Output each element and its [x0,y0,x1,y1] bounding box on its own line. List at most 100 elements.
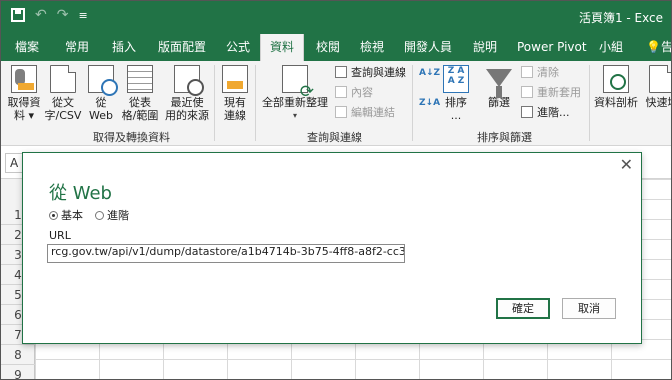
tab-power-pivot[interactable]: Power Pivot [517,34,587,61]
existing-label-2: 連線 [224,109,246,122]
tab-layout[interactable]: 版面配置 [158,34,206,61]
row-header[interactable]: 8 [1,345,35,365]
tab-developer[interactable]: 開發人員 [404,34,452,61]
customize-qat-icon[interactable]: ≡ [78,9,87,22]
refresh-all-caret: ▾ [292,111,297,120]
from-table-button[interactable]: 從表 格/範圍 [119,65,161,122]
radio-basic-label: 基本 [61,209,83,222]
row-header[interactable]: 9 [1,365,35,379]
recent-label: 最近使 [170,96,204,109]
url-label: URL [49,229,71,242]
tab-tell-me[interactable]: 💡告 [646,34,672,61]
flash-fill-button[interactable]: 快速填 [642,65,672,109]
existing-connections-button[interactable]: 現有 連線 [219,65,251,122]
filter-icon-wrap [486,65,512,98]
group-separator [412,65,413,141]
radio-advanced-dot [95,210,104,220]
tab-file[interactable]: 檔案 [15,34,39,61]
cancel-button[interactable]: 取消 [562,298,616,319]
ok-button[interactable]: 確定 [496,298,550,319]
clear-filter-button[interactable]: 清除 [521,64,559,81]
tab-formulas[interactable]: 公式 [226,34,250,61]
reapply-button[interactable]: 重新套用 [521,84,581,101]
table-icon [127,65,153,93]
flash-fill-icon [649,65,671,93]
tab-review[interactable]: 校閱 [316,34,340,61]
url-field[interactable]: rcg.gov.tw/api/v1/dump/datastore/a1b4714… [47,244,405,263]
tab-help[interactable]: 說明 [473,34,497,61]
edit-links-button[interactable]: 編輯連結 [335,104,395,121]
tab-data[interactable]: 資料 [260,34,305,61]
ribbon-tabs: 檔案 常用 插入 版面配置 公式 資料 校閱 檢視 開發人員 說明 Power … [1,34,672,61]
edit-links-icon [335,106,347,118]
sort-descending-button[interactable]: Z↓A [419,99,440,108]
refresh-icon [282,65,314,99]
get-data-label: 取得資 [7,96,41,109]
reapply-label: 重新套用 [537,86,581,99]
refresh-all-button[interactable]: 全部重新整理 ▾ [259,65,331,122]
mode-radio-group: 基本 進階 [49,207,129,223]
reapply-icon [521,86,533,98]
from-text-label-2: 字/CSV [44,109,82,122]
save-icon[interactable] [11,8,25,22]
undo-icon[interactable]: ↶ [35,7,47,23]
existing-connections-icon [222,65,248,93]
text-to-columns-button[interactable]: 資料剖析 [594,65,638,109]
from-web-label-2: Web [89,109,113,122]
text-to-columns-icon [603,65,629,93]
quick-access-toolbar: ↶ ↷ ≡ [11,7,88,23]
flash-fill-label: 快速填 [645,96,672,109]
queries-connections-label: 查詢與連線 [351,66,406,79]
from-text-label: 從文 [52,96,74,109]
clock-icon [174,65,204,96]
group-separator [255,65,256,141]
clear-label: 清除 [537,66,559,79]
tell-me-label: 告 [660,40,672,54]
recent-label-2: 用的來源 [165,109,209,122]
title-bar: ↶ ↷ ≡ 活頁簿1 - Exce [1,1,671,34]
text-file-icon [50,65,76,93]
existing-label: 現有 [224,96,246,109]
from-table-label-2: 格/範圍 [121,109,159,122]
web-globe-icon [88,65,118,96]
group-separator [589,65,590,141]
properties-label: 內容 [351,86,373,99]
recent-sources-button[interactable]: 最近使 用的來源 [163,65,211,122]
edit-links-label: 編輯連結 [351,106,395,119]
close-icon[interactable]: ✕ [620,155,633,174]
get-data-icon [11,65,37,93]
tab-home[interactable]: 常用 [65,34,89,61]
properties-button[interactable]: 內容 [335,84,373,101]
excel-window: ↶ ↷ ≡ 活頁簿1 - Exce 檔案 常用 插入 版面配置 公式 資料 校閱… [0,0,672,380]
sort-button[interactable]: Z AA Z 排序 ... [441,65,471,122]
sort-label-2: ... [450,109,462,122]
group-separator [214,65,215,141]
sort-icon: Z AA Z [443,65,469,93]
text-to-columns-label: 資料剖析 [594,96,638,109]
clear-filter-icon [521,66,533,78]
filter-icon [486,69,512,98]
from-text-csv-button[interactable]: 從文 字/CSV [43,65,83,122]
get-data-button[interactable]: 取得資 料 ▾ [7,65,41,122]
get-data-label-2: 料 ▾ [13,109,35,122]
tab-view[interactable]: 檢視 [360,34,384,61]
tab-insert[interactable]: 插入 [112,34,136,61]
properties-icon [335,86,347,98]
tab-team[interactable]: 小組 [599,34,623,61]
queries-connections-button[interactable]: 查詢與連線 [335,64,406,81]
from-web-label: 從 [95,96,107,109]
radio-basic[interactable]: 基本 [49,207,83,223]
filter-button[interactable]: 篩選 [481,65,517,109]
advanced-filter-button[interactable]: 進階... [521,104,570,121]
ribbon-data: 取得資 料 ▾ 從文 字/CSV 從 Web 從表 格/範圍 最近使 用的來源 … [1,61,672,146]
from-table-label: 從表 [129,96,151,109]
radio-advanced[interactable]: 進階 [95,207,129,223]
group-label-sort-filter: 排序與篩選 [477,131,532,144]
redo-icon[interactable]: ↷ [57,7,69,23]
radio-advanced-label: 進階 [107,209,129,222]
sort-ascending-button[interactable]: A↓Z [419,69,440,78]
from-web-button[interactable]: 從 Web [85,65,118,122]
advanced-filter-icon [521,106,533,118]
from-web-dialog: ✕ 從 Web 基本 進階 URL rcg.gov.tw/api/v1/dump… [22,152,642,344]
advanced-label: 進階... [537,106,570,119]
